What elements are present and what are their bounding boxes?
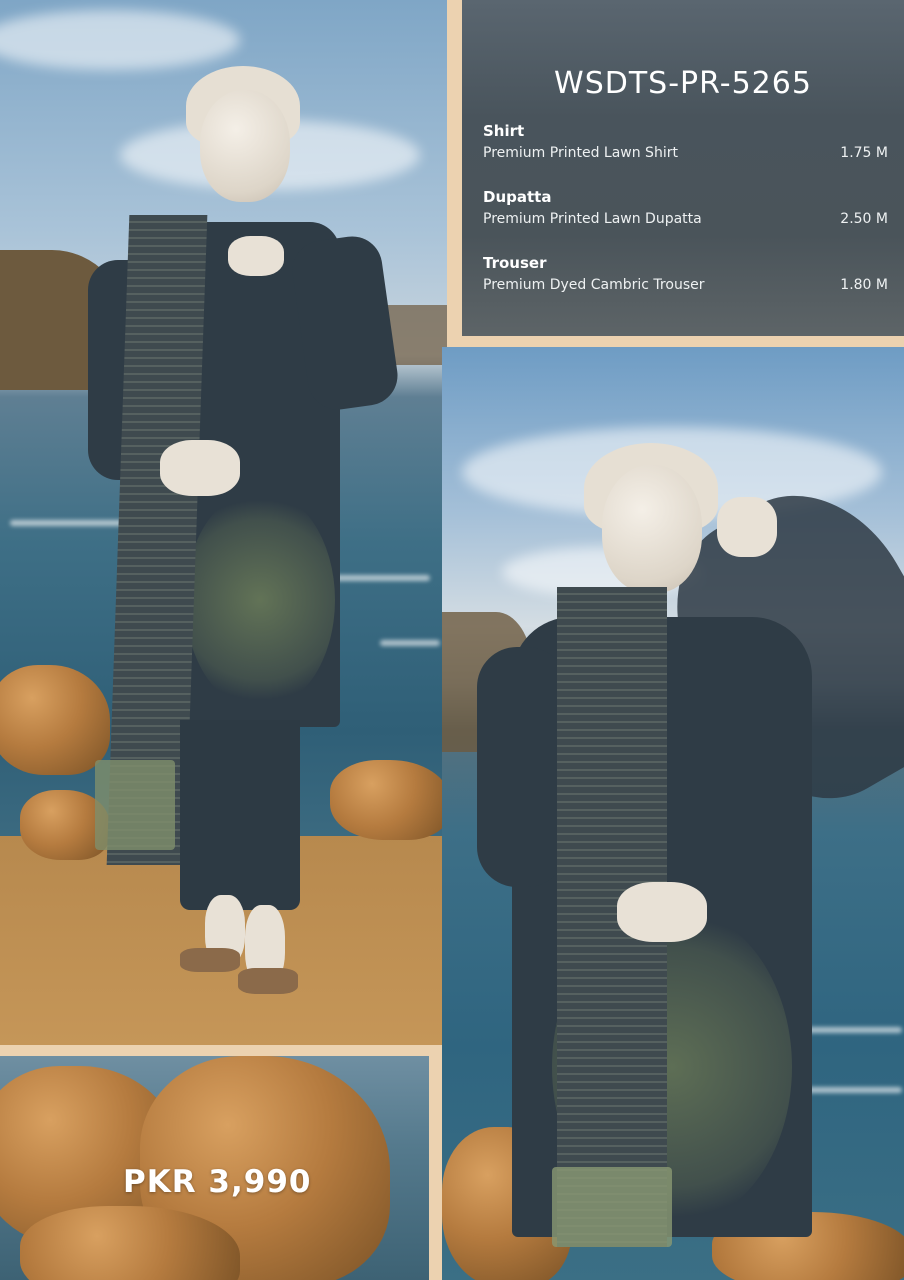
- item-title: Shirt: [483, 122, 525, 140]
- item-dupatta: Dupatta Premium Printed Lawn Dupatta 2.5…: [483, 188, 888, 227]
- rock: [330, 760, 447, 840]
- mannequin-head: [200, 90, 290, 202]
- dupatta-border: [95, 760, 175, 850]
- wave: [802, 1087, 902, 1093]
- trouser: [180, 720, 300, 910]
- item-quantity: 1.80 M: [840, 277, 888, 293]
- sandal: [238, 968, 298, 994]
- wave: [380, 640, 440, 646]
- product-sku: WSDTS-PR-5265: [554, 66, 812, 101]
- product-photo-full-length: [0, 0, 447, 1045]
- item-description: Premium Printed Lawn Dupatta: [483, 211, 702, 227]
- wave: [330, 575, 430, 581]
- dupatta-border: [552, 1167, 672, 1247]
- item-shirt: Shirt Premium Printed Lawn Shirt 1.75 M: [483, 122, 888, 161]
- item-quantity: 1.75 M: [840, 145, 888, 161]
- mannequin-hand: [160, 440, 240, 496]
- mannequin-hand: [617, 882, 707, 942]
- item-title: Trouser: [483, 254, 547, 272]
- rock: [0, 665, 110, 775]
- cloud: [0, 10, 240, 70]
- product-photo-closeup: [442, 347, 904, 1280]
- shirt-sleeve: [477, 647, 567, 887]
- product-info-panel: WSDTS-PR-5265 Shirt Premium Printed Lawn…: [462, 0, 904, 336]
- floral-print: [185, 490, 335, 710]
- product-price: PKR 3,990: [123, 1164, 312, 1200]
- mannequin-hand: [228, 236, 284, 276]
- item-trouser: Trouser Premium Dyed Cambric Trouser 1.8…: [483, 254, 888, 293]
- item-quantity: 2.50 M: [840, 211, 888, 227]
- mannequin-hand: [717, 497, 777, 557]
- item-description: Premium Dyed Cambric Trouser: [483, 277, 705, 293]
- mannequin-head: [602, 465, 702, 593]
- item-title: Dupatta: [483, 188, 552, 206]
- sandal: [180, 948, 240, 972]
- item-description: Premium Printed Lawn Shirt: [483, 145, 678, 161]
